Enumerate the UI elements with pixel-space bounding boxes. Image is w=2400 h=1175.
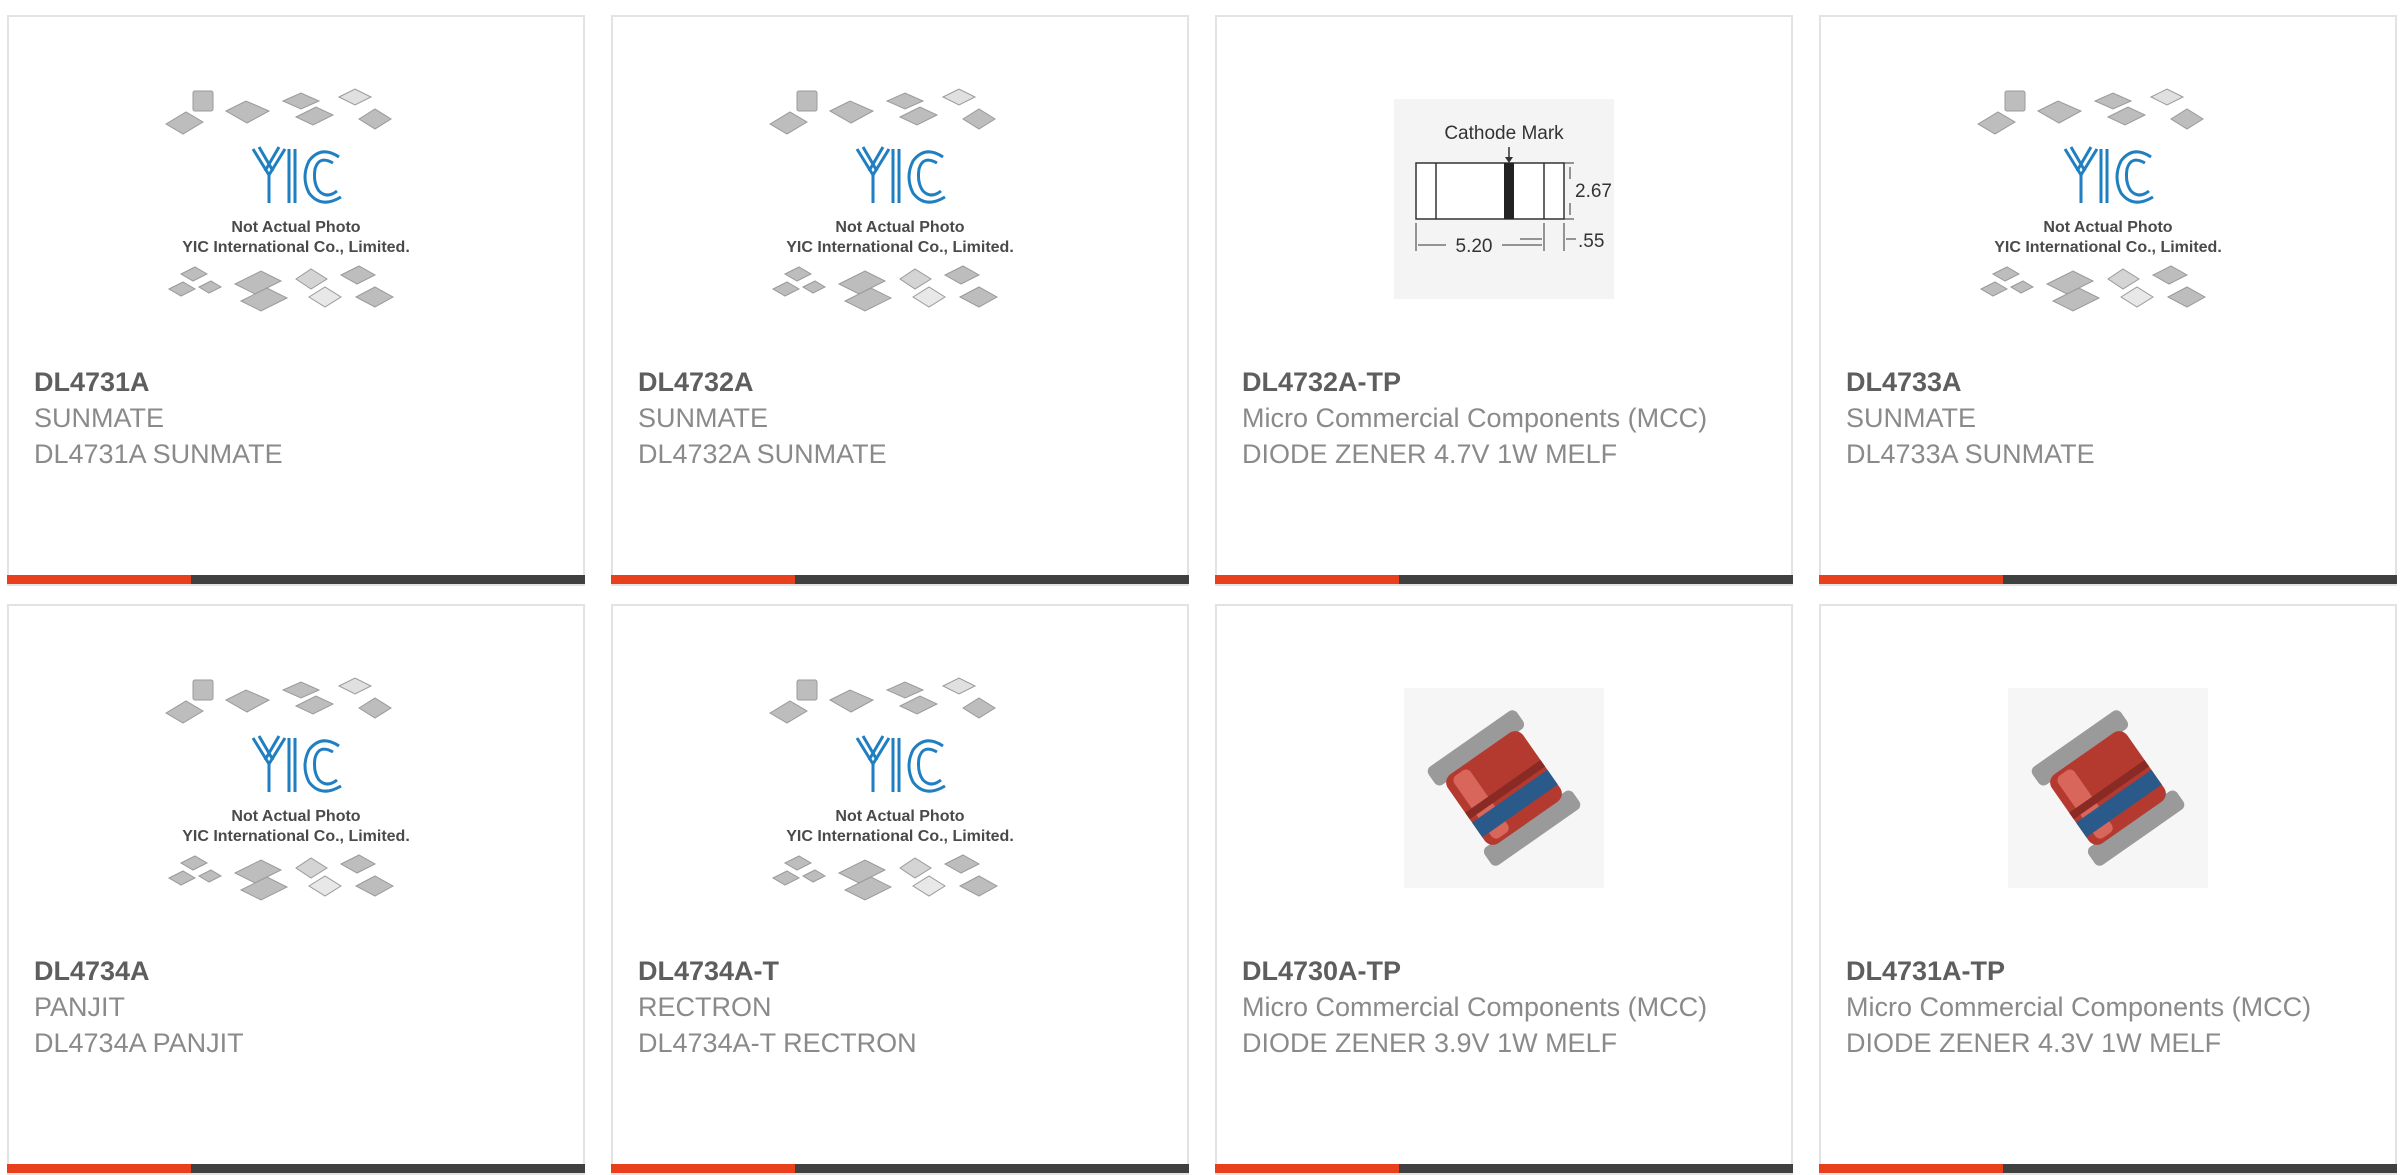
card-accent-bar <box>1215 575 1399 584</box>
placeholder-line2: YIC International Co., Limited. <box>1994 239 2222 256</box>
product-description: DIODE ZENER 3.9V 1W MELF <box>1242 1028 1618 1058</box>
product-info: DL4731A SUNMATE DL4731A SUNMATE <box>34 364 543 472</box>
card-footer-bar <box>1215 1164 1793 1173</box>
yic-placeholder-image: Not Actual Photo YIC International Co., … <box>165 88 410 312</box>
product-card[interactable]: DL4731A-TP Micro Commercial Components (M… <box>1819 604 2397 1175</box>
yic-placeholder-image: Not Actual Photo YIC International Co., … <box>165 677 410 901</box>
dim-height: 2.67 <box>1575 181 1612 202</box>
manufacturer-name: Micro Commercial Components (MCC) <box>1242 403 1708 433</box>
part-number-link[interactable]: DL4732A-TP <box>1242 364 1751 400</box>
card-footer-bar <box>7 1164 585 1173</box>
card-accent-bar <box>611 575 795 584</box>
manufacturer-name: SUNMATE <box>34 403 165 433</box>
placeholder-line1: Not Actual Photo <box>231 808 360 825</box>
melf-diode-photo <box>2008 688 2208 888</box>
placeholder-line1: Not Actual Photo <box>2043 219 2172 236</box>
part-number-link[interactable]: DL4730A-TP <box>1242 953 1751 989</box>
dim-length: 5.20 <box>1456 236 1493 257</box>
card-accent-bar <box>1215 1164 1399 1173</box>
card-footer-bar <box>7 575 585 584</box>
card-footer-bar <box>1819 575 2397 584</box>
manufacturer-name: SUNMATE <box>1846 403 1977 433</box>
card-accent-bar <box>7 1164 191 1173</box>
product-card[interactable]: Not Actual Photo YIC International Co., … <box>7 604 585 1175</box>
product-description: DIODE ZENER 4.3V 1W MELF <box>1846 1028 2222 1058</box>
manufacturer-name: Micro Commercial Components (MCC) <box>1846 992 2312 1022</box>
product-info: DL4732A-TP Micro Commercial Components (M… <box>1242 364 1751 472</box>
card-accent-bar <box>7 575 191 584</box>
yic-placeholder-image: Not Actual Photo YIC International Co., … <box>769 677 1014 901</box>
part-number-link[interactable]: DL4734A-T <box>638 953 1147 989</box>
product-info: DL4731A-TP Micro Commercial Components (M… <box>1846 953 2355 1061</box>
product-info: DL4733A SUNMATE DL4733A SUNMATE <box>1846 364 2355 472</box>
placeholder-line2: YIC International Co., Limited. <box>182 828 410 845</box>
product-image[interactable]: Not Actual Photo YIC International Co., … <box>613 677 1187 901</box>
product-card[interactable]: Not Actual Photo YIC International Co., … <box>611 15 1189 586</box>
product-image[interactable]: Not Actual Photo YIC International Co., … <box>9 677 583 901</box>
product-info: DL4734A PANJIT DL4734A PANJIT <box>34 953 543 1061</box>
card-accent-bar <box>1819 1164 2003 1173</box>
melf-outline-drawing: Cathode Mark 2.67 5.20 .55 <box>1394 99 1614 299</box>
card-accent-bar <box>611 1164 795 1173</box>
part-number-link[interactable]: DL4734A <box>34 953 543 989</box>
card-footer-bar <box>1215 575 1793 584</box>
manufacturer-name: Micro Commercial Components (MCC) <box>1242 992 1708 1022</box>
card-footer-bar <box>611 575 1189 584</box>
product-image[interactable] <box>1821 678 2395 898</box>
product-description: DL4734A-T RECTRON <box>638 1028 917 1058</box>
manufacturer-name: SUNMATE <box>638 403 769 433</box>
placeholder-line2: YIC International Co., Limited. <box>182 239 410 256</box>
product-info: DL4730A-TP Micro Commercial Components (M… <box>1242 953 1751 1061</box>
placeholder-line1: Not Actual Photo <box>835 219 964 236</box>
placeholder-line2: YIC International Co., Limited. <box>786 239 1014 256</box>
product-image[interactable]: Cathode Mark 2.67 5.20 .55 <box>1217 89 1791 309</box>
product-info: DL4732A SUNMATE DL4732A SUNMATE <box>638 364 1147 472</box>
card-accent-bar <box>1819 575 2003 584</box>
product-info: DL4734A-T RECTRON DL4734A-T RECTRON <box>638 953 1147 1061</box>
card-footer-bar <box>1819 1164 2397 1173</box>
dim-band: .55 <box>1578 231 1604 252</box>
cathode-mark-label: Cathode Mark <box>1444 123 1564 144</box>
product-card[interactable]: Not Actual Photo YIC International Co., … <box>611 604 1189 1175</box>
part-number-link[interactable]: DL4731A-TP <box>1846 953 2355 989</box>
placeholder-line1: Not Actual Photo <box>231 219 360 236</box>
part-number-link[interactable]: DL4732A <box>638 364 1147 400</box>
yic-placeholder-image: Not Actual Photo YIC International Co., … <box>1977 88 2222 312</box>
part-number-link[interactable]: DL4733A <box>1846 364 2355 400</box>
product-image[interactable]: Not Actual Photo YIC International Co., … <box>1821 88 2395 312</box>
card-footer-bar <box>611 1164 1189 1173</box>
placeholder-line1: Not Actual Photo <box>835 808 964 825</box>
product-image[interactable] <box>1217 678 1791 898</box>
part-number-link[interactable]: DL4731A <box>34 364 543 400</box>
manufacturer-name: PANJIT <box>34 992 126 1022</box>
product-description: DL4734A PANJIT <box>34 1028 244 1058</box>
yic-placeholder-image: Not Actual Photo YIC International Co., … <box>769 88 1014 312</box>
manufacturer-name: RECTRON <box>638 992 772 1022</box>
product-card[interactable]: Not Actual Photo YIC International Co., … <box>1819 15 2397 586</box>
placeholder-line2: YIC International Co., Limited. <box>786 828 1014 845</box>
product-description: DL4731A SUNMATE <box>34 439 283 469</box>
product-image[interactable]: Not Actual Photo YIC International Co., … <box>9 88 583 312</box>
product-image[interactable]: Not Actual Photo YIC International Co., … <box>613 88 1187 312</box>
product-card[interactable]: DL4730A-TP Micro Commercial Components (M… <box>1215 604 1793 1175</box>
product-description: DL4732A SUNMATE <box>638 439 887 469</box>
product-card[interactable]: Not Actual Photo YIC International Co., … <box>7 15 585 586</box>
product-description: DL4733A SUNMATE <box>1846 439 2095 469</box>
melf-diode-photo <box>1404 688 1604 888</box>
product-card[interactable]: Cathode Mark 2.67 5.20 .55 DL4732A-TP Mic… <box>1215 15 1793 586</box>
product-description: DIODE ZENER 4.7V 1W MELF <box>1242 439 1618 469</box>
product-grid: Not Actual Photo YIC International Co., … <box>0 0 2400 1175</box>
